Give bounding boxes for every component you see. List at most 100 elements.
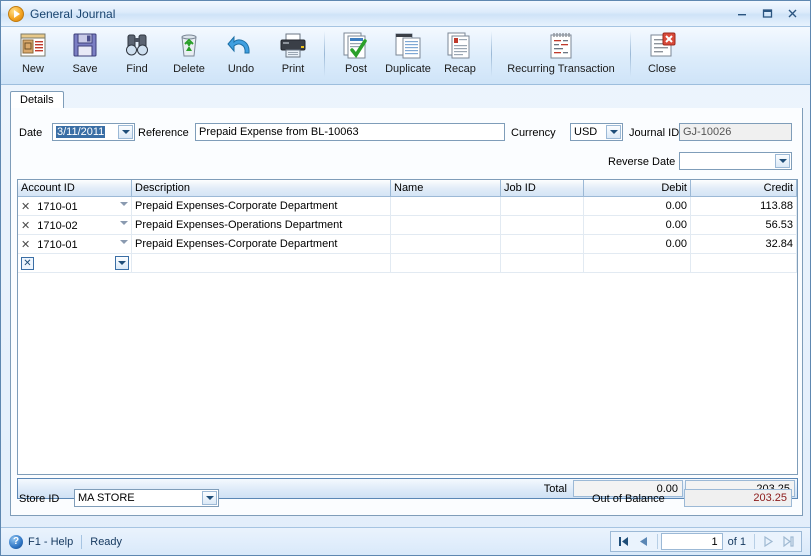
- chevron-down-icon[interactable]: [115, 256, 129, 270]
- cell-description[interactable]: Prepaid Expenses-Operations Department: [132, 216, 391, 234]
- next-record-button[interactable]: [758, 533, 778, 550]
- cell-description[interactable]: [132, 254, 391, 272]
- column-header-debit[interactable]: Debit: [584, 180, 691, 196]
- post-button[interactable]: Post: [330, 27, 382, 83]
- table-row[interactable]: ✕ 1710-01 Prepaid Expenses-Corporate Dep…: [18, 235, 797, 254]
- journal-id-label: Journal ID: [629, 127, 680, 139]
- cell-account-id-value: 1710-01: [37, 201, 78, 213]
- maximize-button[interactable]: [756, 4, 779, 22]
- chevron-down-icon[interactable]: [120, 240, 128, 244]
- reverse-date-dropdown-icon[interactable]: [775, 154, 790, 168]
- chevron-down-icon[interactable]: [120, 221, 128, 225]
- delete-row-icon[interactable]: ✕: [21, 220, 30, 232]
- table-row-new[interactable]: ✕: [18, 254, 797, 273]
- toolbar-separator-3: [630, 31, 631, 77]
- cell-debit[interactable]: 0.00: [584, 216, 691, 234]
- delete-row-icon[interactable]: ✕: [21, 257, 34, 270]
- print-button-label: Print: [281, 63, 305, 75]
- date-input[interactable]: 3/11/2011: [52, 123, 135, 141]
- orange-play-icon: [8, 5, 24, 22]
- minimize-button[interactable]: [731, 4, 754, 22]
- column-header-name[interactable]: Name: [391, 180, 501, 196]
- cell-name[interactable]: [391, 216, 501, 234]
- column-header-credit[interactable]: Credit: [691, 180, 797, 196]
- total-label: Total: [543, 482, 567, 495]
- previous-record-button[interactable]: [634, 533, 654, 550]
- cell-debit[interactable]: 0.00: [584, 235, 691, 253]
- close-button[interactable]: [781, 4, 804, 22]
- column-header-job-id[interactable]: Job ID: [501, 180, 584, 196]
- cell-job-id[interactable]: [501, 197, 584, 215]
- reverse-date-input[interactable]: [679, 152, 792, 170]
- question-mark-icon[interactable]: ?: [9, 534, 23, 549]
- recycle-bin-icon: [173, 31, 205, 61]
- undo-button[interactable]: Undo: [215, 27, 267, 83]
- store-id-dropdown-icon[interactable]: [202, 491, 217, 505]
- cell-credit[interactable]: 32.84: [691, 235, 797, 253]
- delete-button-label: Delete: [173, 63, 205, 75]
- cell-credit[interactable]: [691, 254, 797, 272]
- close-toolbar-button[interactable]: Close: [636, 27, 688, 83]
- save-button[interactable]: Save: [59, 27, 111, 83]
- cell-name[interactable]: [391, 197, 501, 215]
- duplicate-button[interactable]: Duplicate: [382, 27, 434, 83]
- recap-button[interactable]: Recap: [434, 27, 486, 83]
- help-text[interactable]: F1 - Help: [28, 536, 73, 548]
- window-controls: [731, 4, 804, 22]
- cell-debit[interactable]: [584, 254, 691, 272]
- reference-input[interactable]: Prepaid Expense from BL-10063: [195, 123, 505, 141]
- recap-pages-icon: [444, 31, 476, 61]
- reference-label: Reference: [138, 127, 189, 139]
- find-button[interactable]: Find: [111, 27, 163, 83]
- last-record-button[interactable]: [778, 533, 798, 550]
- close-document-icon: [646, 31, 678, 61]
- column-header-description[interactable]: Description: [132, 180, 391, 196]
- cell-job-id[interactable]: [501, 216, 584, 234]
- journal-lines-grid[interactable]: Account ID Description Name Job ID Debit…: [17, 179, 798, 475]
- delete-button[interactable]: Delete: [163, 27, 215, 83]
- tab-details[interactable]: Details: [10, 91, 64, 109]
- delete-row-icon[interactable]: ✕: [21, 201, 30, 213]
- grid-header-row: Account ID Description Name Job ID Debit…: [18, 180, 797, 197]
- column-header-account-id[interactable]: Account ID: [18, 180, 132, 196]
- page-number-input[interactable]: 1: [660, 533, 723, 550]
- cell-job-id[interactable]: [501, 235, 584, 253]
- status-text: Ready: [90, 535, 123, 548]
- chevron-down-icon[interactable]: [120, 202, 128, 206]
- cell-account-id[interactable]: ✕ 1710-02: [18, 216, 132, 234]
- journal-id-value: GJ-10026: [679, 123, 792, 141]
- window-title: General Journal: [30, 6, 116, 21]
- new-document-icon: [17, 31, 49, 61]
- status-separator: [81, 534, 83, 549]
- cell-account-id[interactable]: ✕ 1710-01: [18, 197, 132, 215]
- first-record-button[interactable]: [614, 533, 634, 550]
- table-row[interactable]: ✕ 1710-01 Prepaid Expenses-Corporate Dep…: [18, 197, 797, 216]
- cell-debit[interactable]: 0.00: [584, 197, 691, 215]
- cell-name[interactable]: [391, 254, 501, 272]
- cell-description[interactable]: Prepaid Expenses-Corporate Department: [132, 235, 391, 253]
- cell-credit[interactable]: 56.53: [691, 216, 797, 234]
- cell-name[interactable]: [391, 235, 501, 253]
- print-button[interactable]: Print: [267, 27, 319, 83]
- cell-credit[interactable]: 113.88: [691, 197, 797, 215]
- recurring-transaction-button[interactable]: Recurring Transaction: [497, 27, 625, 83]
- duplicate-button-label: Duplicate: [385, 63, 431, 75]
- new-button[interactable]: New: [7, 27, 59, 83]
- reverse-date-label: Reverse Date: [608, 156, 676, 168]
- out-of-balance-value: 203.25: [684, 489, 792, 507]
- cell-account-id-value: 1710-02: [37, 220, 78, 232]
- record-navigator: 1 of 1: [609, 531, 802, 552]
- cell-job-id[interactable]: [501, 254, 584, 272]
- currency-dropdown-icon[interactable]: [606, 125, 621, 139]
- undo-arrow-icon: [225, 31, 257, 61]
- delete-row-icon[interactable]: ✕: [21, 239, 30, 251]
- currency-select[interactable]: USD: [570, 123, 623, 141]
- nav-separator-2: [754, 534, 755, 549]
- table-row[interactable]: ✕ 1710-02 Prepaid Expenses-Operations De…: [18, 216, 797, 235]
- cell-description[interactable]: Prepaid Expenses-Corporate Department: [132, 197, 391, 215]
- floppy-disk-icon: [69, 31, 101, 61]
- cell-account-id-new[interactable]: ✕: [18, 254, 132, 272]
- date-dropdown-icon[interactable]: [118, 125, 133, 139]
- store-id-select[interactable]: MA STORE: [74, 489, 219, 507]
- cell-account-id[interactable]: ✕ 1710-01: [18, 235, 132, 253]
